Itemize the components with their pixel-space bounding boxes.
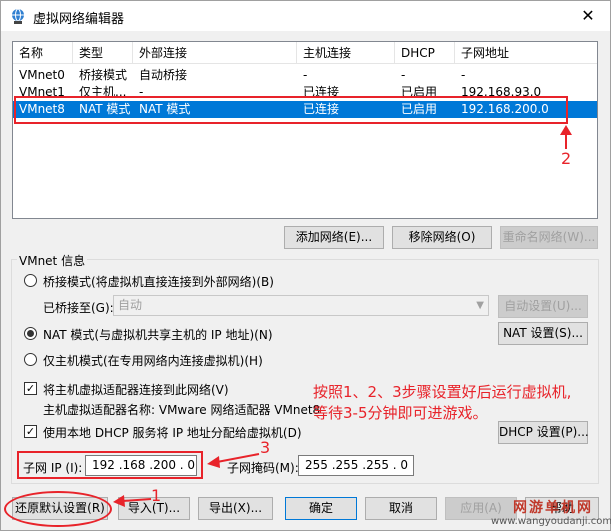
row-cell: 桥接模式 — [79, 68, 128, 82]
column-header-subnet[interactable]: 子网地址 — [455, 42, 597, 64]
column-header-type[interactable]: 类型 — [73, 42, 133, 64]
virtual-network-editor-window: 虚拟网络编辑器 ✕ 名称 类型 外部连接 主机连接 DHCP 子网地址 VMne… — [0, 0, 611, 531]
cancel-button[interactable]: 取消 — [365, 497, 437, 520]
nat-settings-button[interactable]: NAT 设置(S)... — [498, 322, 588, 345]
row-cell: 自动桥接 — [139, 68, 188, 82]
connect-adapter-label: 将主机虚拟适配器连接到此网络(V) — [43, 383, 229, 397]
column-header-dhcp[interactable]: DHCP — [395, 42, 455, 64]
auto-settings-button[interactable]: 自动设置(U)... — [498, 295, 588, 318]
bridged-radio-label: 桥接模式(将虚拟机直接连接到外部网络)(B) — [43, 275, 274, 289]
vmnet-info-title: VMnet 信息 — [17, 252, 88, 269]
annotation-number-2: 2 — [561, 149, 572, 168]
watermark-url: www.wangyoudanji.com — [491, 516, 611, 527]
close-icon: ✕ — [581, 6, 595, 25]
hostonly-radio[interactable] — [24, 353, 37, 366]
table-row[interactable]: VMnet0 桥接模式 自动桥接 - - - — [13, 67, 597, 84]
adapter-name-text: 主机虚拟适配器名称: VMware 网络适配器 VMnet8 — [43, 403, 321, 417]
title-bar: 虚拟网络编辑器 ✕ — [1, 1, 610, 31]
watermark-title: 网游单机网 — [513, 500, 593, 516]
row-cell: - — [461, 68, 466, 82]
dhcp-checkbox[interactable]: ✓ — [24, 425, 37, 438]
network-globe-icon — [12, 8, 24, 24]
annotation-box-subnet-ip — [17, 451, 203, 479]
nat-radio-label: NAT 模式(与虚拟机共享主机的 IP 地址)(N) — [43, 328, 273, 342]
window-title: 虚拟网络编辑器 — [33, 12, 125, 27]
chevron-down-icon: ▼ — [476, 300, 484, 311]
export-button[interactable]: 导出(X)... — [198, 497, 273, 520]
hostonly-radio-label: 仅主机模式(在专用网络内连接虚拟机)(H) — [43, 354, 263, 368]
column-header-external[interactable]: 外部连接 — [133, 42, 297, 64]
annotation-oval-restore — [4, 491, 112, 527]
bridged-to-value: 自动 — [118, 298, 143, 312]
list-header: 名称 类型 外部连接 主机连接 DHCP 子网地址 — [13, 42, 597, 64]
bridged-to-label: 已桥接至(G): — [43, 301, 114, 315]
ok-button[interactable]: 确定 — [285, 497, 357, 520]
rename-network-button[interactable]: 重命名网络(W)... — [500, 226, 598, 249]
dhcp-settings-button[interactable]: DHCP 设置(P)... — [498, 421, 589, 444]
column-header-name[interactable]: 名称 — [13, 42, 73, 64]
bridged-radio[interactable] — [24, 274, 37, 287]
nat-radio[interactable] — [24, 327, 37, 340]
subnet-mask-input[interactable]: 255 .255 .255 . 0 — [298, 455, 414, 476]
network-list[interactable]: 名称 类型 外部连接 主机连接 DHCP 子网地址 VMnet0 桥接模式 自动… — [12, 41, 598, 219]
column-header-host[interactable]: 主机连接 — [297, 42, 395, 64]
row-cell: - — [401, 68, 406, 82]
annotation-box-vmnet8 — [14, 96, 568, 124]
close-button[interactable]: ✕ — [567, 1, 609, 31]
bridged-to-select[interactable]: 自动 ▼ — [113, 295, 489, 316]
annotation-number-1: 1 — [151, 486, 162, 505]
annotation-instruction-line1: 按照1、2、3步骤设置好后运行虚拟机, — [313, 383, 572, 401]
row-cell: VMnet0 — [19, 68, 65, 82]
subnet-mask-label: 子网掩码(M): — [227, 461, 299, 475]
remove-network-button[interactable]: 移除网络(O) — [392, 226, 492, 249]
annotation-number-3: 3 — [260, 438, 271, 457]
connect-adapter-checkbox[interactable]: ✓ — [24, 382, 37, 395]
annotation-instruction-line2: 等待3-5分钟即可进游戏。 — [313, 404, 488, 422]
row-cell: - — [303, 68, 308, 82]
add-network-button[interactable]: 添加网络(E)... — [284, 226, 384, 249]
